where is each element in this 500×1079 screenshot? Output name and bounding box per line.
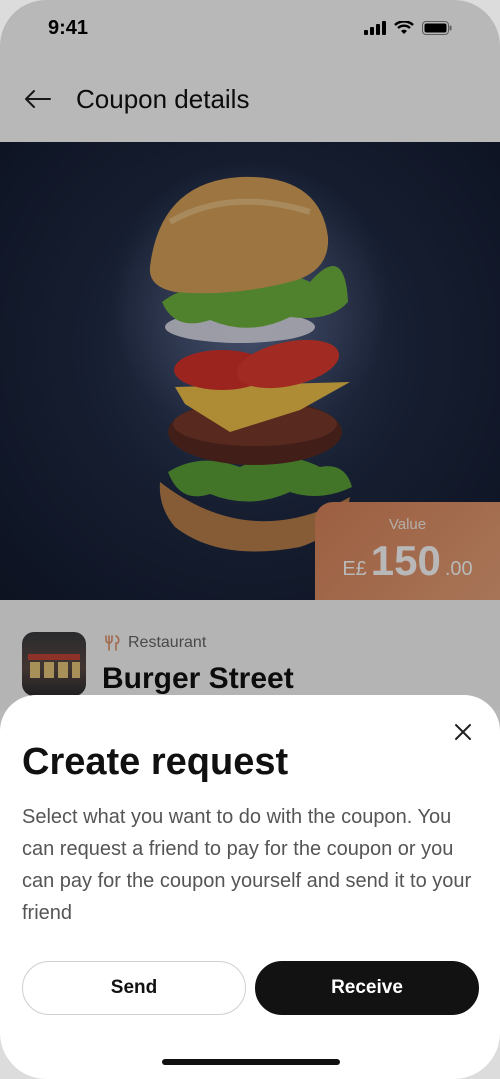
wifi-icon bbox=[394, 21, 414, 34]
signal-icon bbox=[364, 21, 386, 35]
status-bar: 9:41 bbox=[0, 0, 500, 56]
status-icons bbox=[364, 21, 452, 35]
phone-screen: 9:41 Coupon details Value E£ 150 .00 Res… bbox=[0, 0, 500, 1079]
status-time: 9:41 bbox=[48, 16, 89, 39]
battery-icon bbox=[422, 21, 452, 35]
close-icon[interactable] bbox=[452, 721, 474, 743]
create-request-sheet: Create request Select what you want to d… bbox=[0, 695, 500, 1079]
receive-button[interactable]: Receive bbox=[255, 961, 479, 1015]
send-button[interactable]: Send bbox=[22, 961, 246, 1015]
home-indicator bbox=[162, 1059, 340, 1065]
sheet-description: Select what you want to do with the coup… bbox=[22, 806, 472, 924]
sheet-title: Create request bbox=[22, 741, 289, 783]
